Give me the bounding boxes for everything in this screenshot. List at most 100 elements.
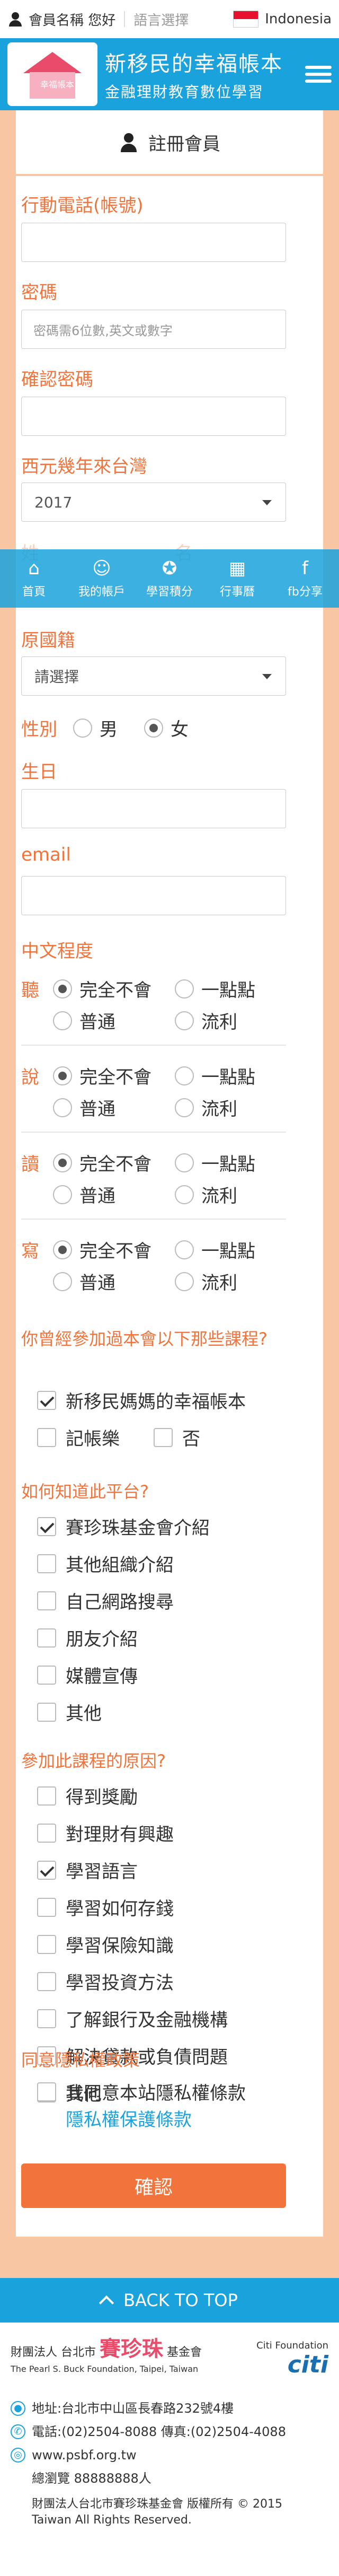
language-label[interactable]: 語言選擇 [133, 10, 189, 29]
location-icon: ● [11, 2401, 25, 2416]
password-input[interactable]: 密碼需6位數,英文或數字 [21, 310, 286, 349]
checkbox[interactable] [37, 1554, 56, 1573]
address: 地址:台北市中山區長春路232號4樓 [32, 2401, 234, 2416]
skill-radio[interactable] [53, 1153, 72, 1172]
confirm-password-input[interactable] [21, 397, 286, 436]
site-title: 新移民的幸福帳本 [105, 52, 283, 76]
skill-option-label: 流利 [201, 1186, 237, 1207]
skill-radio[interactable] [175, 1066, 194, 1085]
checkbox[interactable] [37, 1823, 56, 1843]
skill-radio[interactable] [53, 1272, 72, 1291]
skill-label: 讀 [21, 1154, 39, 1175]
chinese-level-label: 中文程度 [21, 941, 93, 962]
skill-option-label: 一點點 [201, 1067, 255, 1088]
nav-fb-share[interactable]: f fb分享 [271, 549, 339, 608]
phone-input[interactable] [21, 223, 286, 262]
page-title: 註冊會員 [148, 133, 220, 155]
skill-option: 完全不會 [53, 1237, 151, 1263]
skill-radio[interactable] [175, 1098, 194, 1117]
birthday-label: 生日 [21, 761, 57, 783]
view-count: 總瀏覽 88888888人 [32, 2471, 151, 2486]
confirm-password-label: 確認密碼 [21, 369, 93, 390]
checkbox[interactable] [37, 1517, 56, 1536]
foundation-logo[interactable]: 財團法人 台北市 賽珍珠 基金會 The Pearl S. Buck Found… [11, 2338, 202, 2377]
checkbox-label: 其他組織介紹 [66, 1555, 174, 1576]
skill-radio[interactable] [53, 979, 72, 998]
skill-option: 完全不會 [53, 976, 151, 1002]
checkbox[interactable] [37, 1591, 56, 1610]
privacy-checkbox[interactable] [37, 2082, 56, 2101]
checkbox-label: 其他 [66, 1703, 102, 1724]
checkbox[interactable] [37, 1702, 56, 1722]
citi-logo[interactable]: Citi Foundation citi [256, 2340, 328, 2378]
back-to-top-button[interactable]: BACK TO TOP [0, 2278, 339, 2323]
home-icon: ⌂ [28, 558, 40, 579]
skill-radio[interactable] [53, 1066, 72, 1085]
website-link[interactable]: www.psbf.org.tw [32, 2443, 137, 2467]
checkbox[interactable] [37, 1934, 56, 1954]
skill-radio[interactable] [175, 1185, 194, 1204]
q1-label: 你曾經參加過本會以下那些課程? [21, 1329, 267, 1349]
nav-points[interactable]: ✪ 學習積分 [136, 549, 203, 608]
skill-radio[interactable] [175, 1240, 194, 1259]
skill-radio[interactable] [53, 1240, 72, 1259]
bottom-nav: ⌂ 首頁 ☺ 我的帳戶 ✪ 學習積分 ▦ 行事曆 f fb分享 [0, 549, 339, 608]
origin-select[interactable]: 請選擇 [21, 656, 286, 696]
skill-radio[interactable] [53, 1011, 72, 1030]
checkbox-label: 了解銀行及金融機構 [66, 2010, 228, 2031]
indonesia-flag-icon[interactable] [233, 11, 259, 28]
checkbox[interactable] [37, 1786, 56, 1806]
skill-option-label: 完全不會 [79, 1154, 151, 1175]
skill-label: 聽 [21, 980, 39, 1001]
language-value[interactable]: Indonesia [265, 11, 332, 27]
checkbox[interactable] [37, 1860, 56, 1880]
globe-icon: ◎ [11, 2448, 25, 2463]
skill-radio[interactable] [175, 1011, 194, 1030]
nav-calendar[interactable]: ▦ 行事曆 [203, 549, 271, 608]
nav-home[interactable]: ⌂ 首頁 [0, 549, 68, 608]
hamburger-menu-icon[interactable] [305, 64, 332, 85]
skill-radio[interactable] [175, 979, 194, 998]
skill-radio[interactable] [175, 1272, 194, 1291]
checkbox[interactable] [37, 1628, 56, 1648]
calendar-icon: ▦ [228, 558, 246, 579]
privacy-link[interactable]: 隱私權保護條款 [66, 2105, 192, 2131]
skill-radio[interactable] [53, 1098, 72, 1117]
house-roof-icon [23, 52, 82, 73]
gender-female-radio[interactable] [144, 718, 163, 738]
gender-male-radio[interactable] [73, 718, 92, 738]
checkbox[interactable] [37, 1665, 56, 1685]
checkbox[interactable] [37, 1427, 56, 1447]
email-label: email [21, 844, 71, 865]
checkbox[interactable] [37, 1897, 56, 1917]
skill-option-label: 普通 [79, 1012, 115, 1033]
gender-female-label: 女 [171, 719, 189, 740]
year-select[interactable]: 2017 [21, 483, 286, 522]
checkbox-label: 賽珍珠基金會介紹 [66, 1518, 210, 1539]
skill-option: 一點點 [175, 1237, 255, 1263]
skill-option-label: 完全不會 [79, 980, 151, 1001]
page-header: 註冊會員 [16, 110, 323, 176]
member-greeting[interactable]: 會員名稱 您好 [29, 10, 115, 29]
divider [21, 1045, 286, 1046]
footer-info: ● 地址:台北市中山區長春路232號4樓 ✆ 電話:(02)2504-8088 傳真… [11, 2397, 328, 2490]
checkbox[interactable] [154, 1427, 173, 1447]
site-subtitle: 金融理財教育數位學習 [105, 83, 264, 101]
checkbox[interactable] [37, 1972, 56, 1991]
skill-option-label: 流利 [201, 1012, 237, 1033]
chevron-up-icon [99, 2295, 114, 2311]
skill-radio[interactable] [175, 1153, 194, 1172]
birthday-input[interactable] [21, 789, 286, 828]
site-logo[interactable]: 幸福帳本 [7, 42, 97, 106]
checkbox-option: 媒體宣傳 [37, 1662, 138, 1688]
skill-option: 一點點 [175, 1063, 255, 1089]
email-input[interactable] [21, 876, 286, 915]
checkbox-option: 朋友介紹 [37, 1625, 138, 1651]
nav-account[interactable]: ☺ 我的帳戶 [68, 549, 136, 608]
confirm-button[interactable]: 確認 [21, 2163, 286, 2208]
checkbox[interactable] [37, 2009, 56, 2028]
skill-option: 一點點 [175, 976, 255, 1002]
checkbox[interactable] [37, 1390, 56, 1410]
checkbox-option: 賽珍珠基金會介紹 [37, 1513, 210, 1539]
skill-radio[interactable] [53, 1185, 72, 1204]
